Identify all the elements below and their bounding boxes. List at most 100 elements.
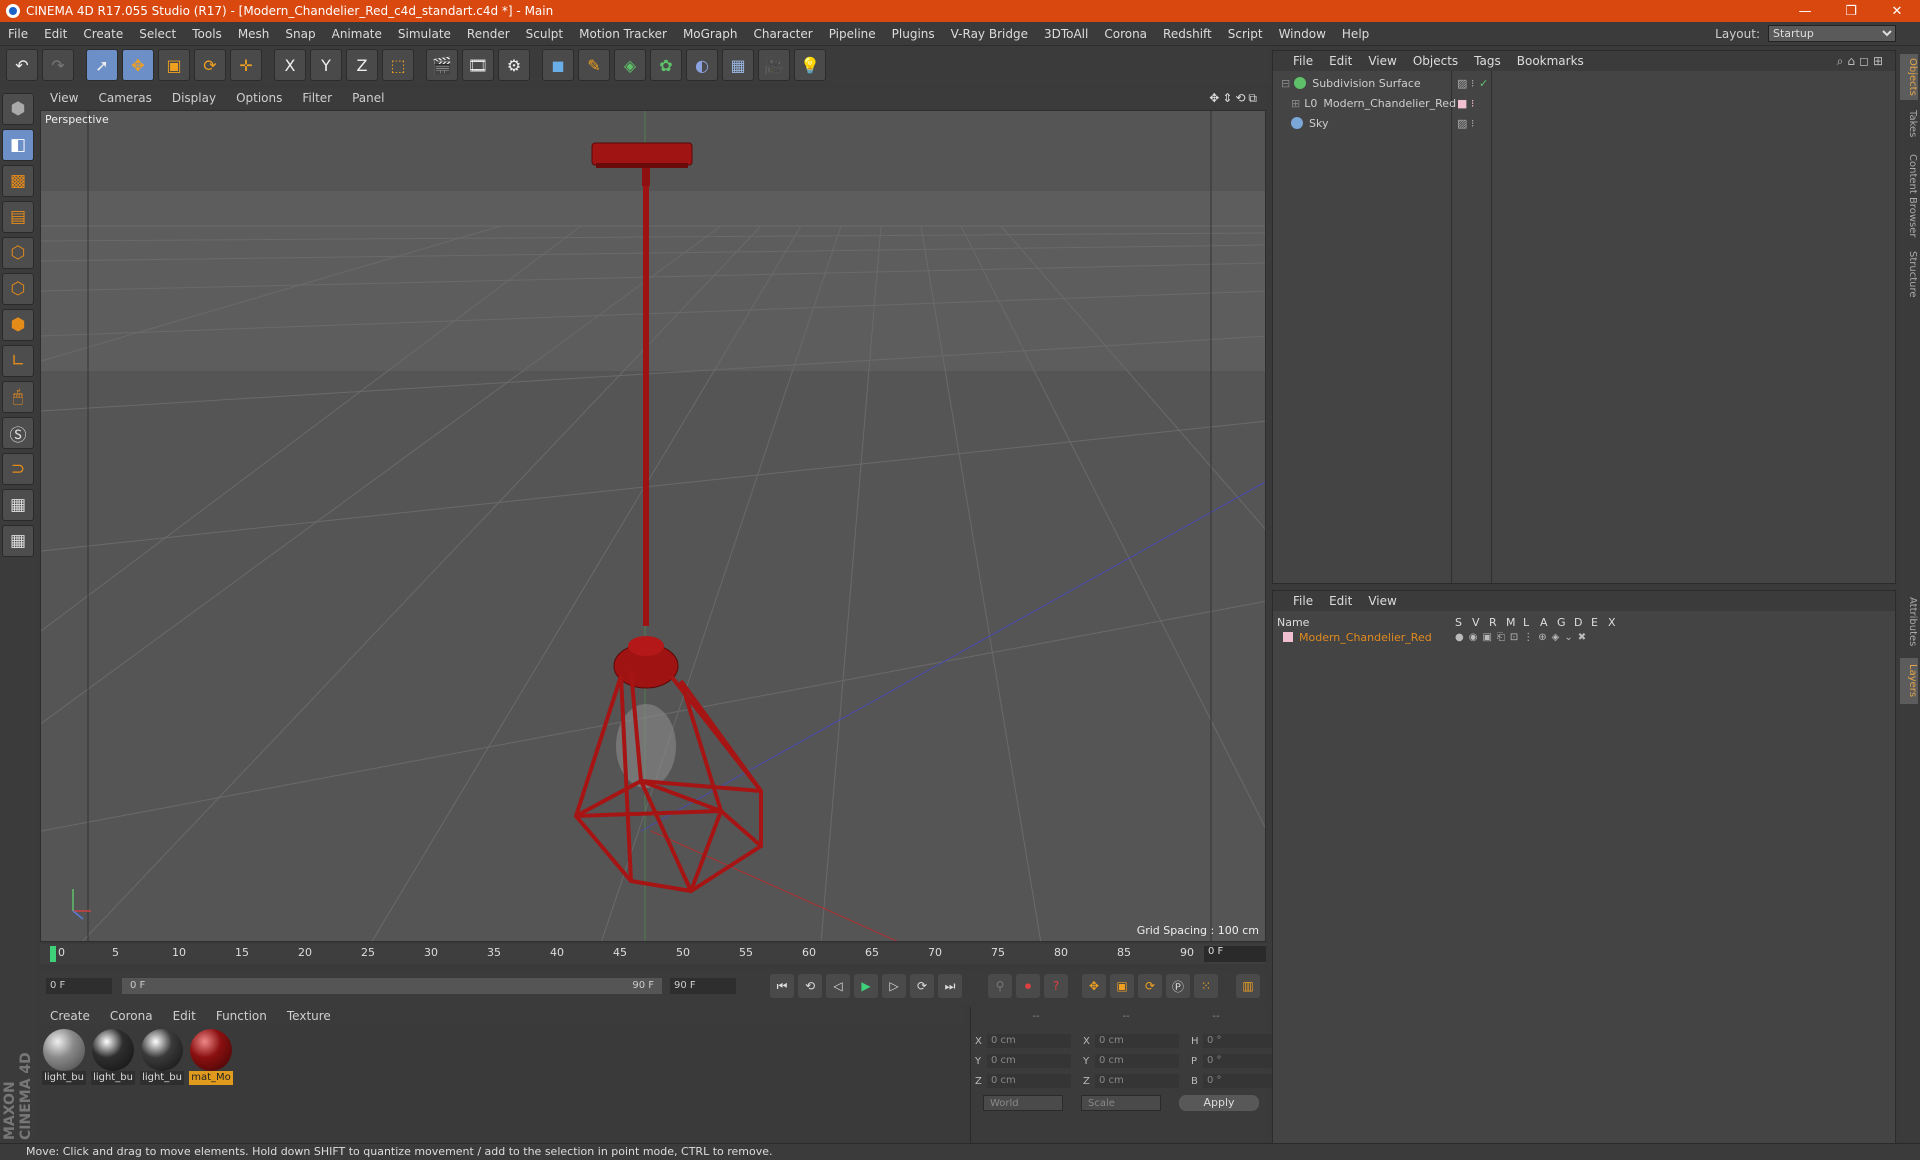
material-menu-texture[interactable]: Texture bbox=[277, 1009, 341, 1023]
close-button[interactable]: ✕ bbox=[1874, 4, 1920, 19]
rotation-p-field[interactable]: 0 ° bbox=[1203, 1054, 1279, 1068]
material-menu-create[interactable]: Create bbox=[40, 1009, 100, 1023]
viewport-menu-options[interactable]: Options bbox=[226, 91, 292, 105]
frame-range-slider[interactable]: 0 F 90 F bbox=[122, 978, 662, 994]
menu-motion-tracker[interactable]: Motion Tracker bbox=[571, 27, 675, 41]
next-key-button[interactable]: ⟳ bbox=[910, 974, 934, 998]
redo-button[interactable]: ↷ bbox=[42, 49, 74, 81]
menu-animate[interactable]: Animate bbox=[324, 27, 390, 41]
restore-button[interactable]: ❐ bbox=[1828, 4, 1874, 19]
menu-render[interactable]: Render bbox=[459, 27, 518, 41]
keyframe-selection-icon[interactable]: ? bbox=[1044, 974, 1068, 998]
object-menu-objects[interactable]: Objects bbox=[1405, 54, 1466, 68]
menu-mesh[interactable]: Mesh bbox=[230, 27, 278, 41]
key-position-icon[interactable]: ✥ bbox=[1082, 974, 1106, 998]
move-tool-button[interactable]: ✥ bbox=[122, 49, 154, 81]
camera-button[interactable]: 🎥 bbox=[758, 49, 790, 81]
floor-button[interactable]: ▦ bbox=[722, 49, 754, 81]
subdivision-button[interactable]: ◈ bbox=[614, 49, 646, 81]
timeline-ruler[interactable]: 0 5 10 15 20 25 30 35 40 45 50 55 60 65 … bbox=[40, 944, 1266, 964]
layer-menu-edit[interactable]: Edit bbox=[1321, 594, 1360, 608]
autokey-icon[interactable]: ⏺ bbox=[1016, 974, 1040, 998]
apply-button[interactable]: Apply bbox=[1179, 1095, 1259, 1111]
minimize-button[interactable]: — bbox=[1782, 4, 1828, 19]
visibility-dots-icon[interactable]: ▨ ⁝ bbox=[1457, 117, 1474, 130]
coordinate-system-button[interactable]: ⬚ bbox=[382, 49, 414, 81]
previous-frame-button[interactable]: ◁ bbox=[826, 974, 850, 998]
layer-menu-file[interactable]: File bbox=[1273, 594, 1321, 608]
edges-mode-icon[interactable]: ⬡ bbox=[2, 273, 34, 305]
layer-row[interactable]: Modern_Chandelier_Red ●◉▣⎗⊡⋮⊕◈⌄✖ bbox=[1273, 629, 1895, 645]
menu-vray-bridge[interactable]: V-Ray Bridge bbox=[943, 27, 1036, 41]
menu-script[interactable]: Script bbox=[1220, 27, 1271, 41]
key-scale-icon[interactable]: ▣ bbox=[1110, 974, 1134, 998]
menu-window[interactable]: Window bbox=[1271, 27, 1334, 41]
snap-icon[interactable]: Ⓢ bbox=[2, 417, 34, 449]
layer-color-swatch[interactable] bbox=[1283, 632, 1293, 642]
next-frame-button[interactable]: ▷ bbox=[882, 974, 906, 998]
scale-dropdown[interactable]: Scale bbox=[1081, 1095, 1161, 1111]
material-swatch[interactable]: mat_Mo bbox=[189, 1029, 233, 1085]
menu-plugins[interactable]: Plugins bbox=[884, 27, 943, 41]
tab-layers[interactable]: Layers bbox=[1900, 658, 1918, 704]
pen-spline-button[interactable]: ✎ bbox=[578, 49, 610, 81]
material-menu-edit[interactable]: Edit bbox=[163, 1009, 206, 1023]
y-axis-button[interactable]: Y bbox=[310, 49, 342, 81]
material-menu-corona[interactable]: Corona bbox=[100, 1009, 163, 1023]
object-row[interactable]: Sky ▨ ⁝ bbox=[1273, 113, 1895, 133]
position-x-field[interactable]: 0 cm bbox=[987, 1034, 1071, 1048]
tab-takes[interactable]: Takes bbox=[1900, 104, 1918, 144]
perspective-viewport[interactable]: Perspective Grid Spacing : 100 cm bbox=[40, 110, 1266, 942]
position-y-field[interactable]: 0 cm bbox=[987, 1054, 1071, 1068]
layer-toggle-icons[interactable]: ●◉▣⎗⊡⋮⊕◈⌄✖ bbox=[1455, 632, 1591, 643]
visibility-dots-icon[interactable]: ▨ ⁝ bbox=[1457, 77, 1474, 90]
points-mode-icon[interactable]: ⬡ bbox=[2, 237, 34, 269]
axis-mode-icon[interactable]: ∟ bbox=[2, 345, 34, 377]
playhead-marker[interactable] bbox=[50, 946, 56, 962]
previous-key-button[interactable]: ⟲ bbox=[798, 974, 822, 998]
viewport-menu-filter[interactable]: Filter bbox=[292, 91, 342, 105]
go-to-end-button[interactable]: ⏭ bbox=[938, 974, 962, 998]
select-tool-button[interactable]: ➚ bbox=[86, 49, 118, 81]
start-frame-field[interactable]: 0 F bbox=[46, 978, 112, 994]
magnet-icon[interactable]: ⊃ bbox=[2, 453, 34, 485]
collapse-icon[interactable]: ⊟ bbox=[1281, 77, 1290, 90]
locked-workplane-icon[interactable]: ▦ bbox=[2, 525, 34, 557]
menu-mograph[interactable]: MoGraph bbox=[675, 27, 746, 41]
z-axis-button[interactable]: Z bbox=[346, 49, 378, 81]
menu-redshift[interactable]: Redshift bbox=[1155, 27, 1220, 41]
material-swatch[interactable]: light_bu bbox=[140, 1029, 184, 1085]
tweak-mode-icon[interactable]: 🖱 bbox=[2, 381, 34, 413]
menu-edit[interactable]: Edit bbox=[36, 27, 75, 41]
deformer-button[interactable]: ◐ bbox=[686, 49, 718, 81]
material-swatch[interactable]: light_bu bbox=[42, 1029, 86, 1085]
expand-icon[interactable]: ⊞ bbox=[1291, 97, 1300, 110]
menu-select[interactable]: Select bbox=[131, 27, 184, 41]
menu-sculpt[interactable]: Sculpt bbox=[518, 27, 571, 41]
layer-menu-view[interactable]: View bbox=[1360, 594, 1404, 608]
tab-objects[interactable]: Objects bbox=[1900, 54, 1918, 100]
timeline-window-icon[interactable]: ▥ bbox=[1236, 974, 1260, 998]
world-dropdown[interactable]: World bbox=[983, 1095, 1063, 1111]
key-parameter-icon[interactable]: Ⓟ bbox=[1166, 974, 1190, 998]
position-z-field[interactable]: 0 cm bbox=[987, 1074, 1071, 1088]
transform-tool-button[interactable]: ✛ bbox=[230, 49, 262, 81]
menu-file[interactable]: File bbox=[0, 27, 36, 41]
viewport-menu-cameras[interactable]: Cameras bbox=[88, 91, 161, 105]
object-row[interactable]: ⊞ L0 Modern_Chandelier_Red ■ ⁝ bbox=[1273, 93, 1895, 113]
menu-create[interactable]: Create bbox=[75, 27, 131, 41]
end-frame-field[interactable]: 90 F bbox=[670, 978, 736, 994]
current-frame-field[interactable]: 0 F bbox=[1204, 946, 1266, 962]
rotate-tool-button[interactable]: ⟳ bbox=[194, 49, 226, 81]
undo-button[interactable]: ↶ bbox=[6, 49, 38, 81]
x-axis-button[interactable]: X bbox=[274, 49, 306, 81]
tab-content-browser[interactable]: Content Browser bbox=[1900, 148, 1918, 244]
viewport-menu-panel[interactable]: Panel bbox=[342, 91, 394, 105]
scale-tool-button[interactable]: ▣ bbox=[158, 49, 190, 81]
object-menu-bookmarks[interactable]: Bookmarks bbox=[1509, 54, 1592, 68]
go-to-start-button[interactable]: ⏮ bbox=[770, 974, 794, 998]
viewport-menu-view[interactable]: View bbox=[40, 91, 88, 105]
search-icon[interactable]: ⌕⌂◻⊞ bbox=[1837, 54, 1895, 69]
texture-mode-icon[interactable]: ▩ bbox=[2, 165, 34, 197]
menu-help[interactable]: Help bbox=[1334, 27, 1377, 41]
